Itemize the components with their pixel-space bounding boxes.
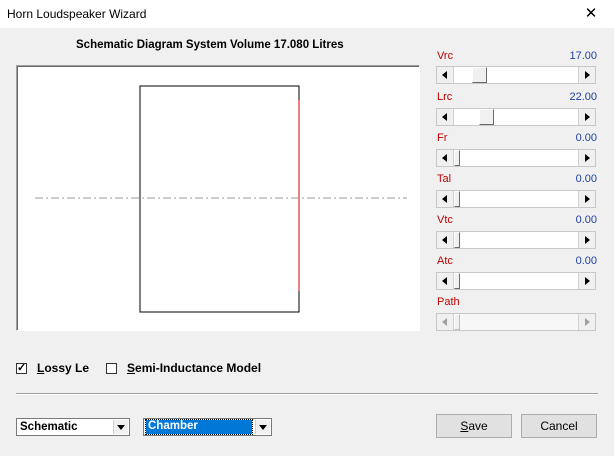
checkbox-box[interactable] xyxy=(106,362,117,374)
scroll-right-arrow-icon[interactable] xyxy=(578,191,595,207)
slider-track[interactable] xyxy=(454,109,578,125)
scroll-left-arrow-icon[interactable] xyxy=(437,109,454,125)
param-value-vtc: 0.00 xyxy=(575,214,597,226)
scroll-right-arrow-icon xyxy=(578,314,595,330)
semi-inductance-label: Semi-Inductance Model xyxy=(127,361,262,375)
slider-path xyxy=(436,313,596,331)
chevron-down-icon[interactable] xyxy=(255,420,270,434)
scroll-left-arrow-icon xyxy=(437,314,454,330)
window-title: Horn Loudspeaker Wizard xyxy=(7,7,147,21)
slider-vrc[interactable] xyxy=(436,66,596,84)
scroll-right-arrow-icon[interactable] xyxy=(578,67,595,83)
param-value-lrc: 22.00 xyxy=(569,91,597,103)
slider-thumb[interactable] xyxy=(454,232,460,248)
chamber-outline xyxy=(139,85,300,313)
cancel-button-label: Cancel xyxy=(540,419,578,433)
scroll-right-arrow-icon[interactable] xyxy=(578,232,595,248)
param-value-tal: 0.00 xyxy=(575,173,597,185)
param-label-atc: Atc xyxy=(437,255,453,267)
slider-atc[interactable] xyxy=(436,272,596,290)
param-value-fr: 0.00 xyxy=(575,132,597,144)
slider-track xyxy=(454,314,578,330)
param-label-fr: Fr xyxy=(437,132,448,144)
slider-thumb[interactable] xyxy=(454,273,460,289)
cancel-button[interactable]: Cancel xyxy=(521,414,597,438)
param-label-lrc: Lrc xyxy=(437,91,453,103)
view-select[interactable]: Schematic xyxy=(16,418,130,436)
param-value-atc: 0.00 xyxy=(575,255,597,267)
lossy-le-label: Lossy Le xyxy=(37,361,90,375)
slider-thumb[interactable] xyxy=(472,67,487,83)
slider-track[interactable] xyxy=(454,191,578,207)
title-bar: Horn Loudspeaker Wizard ✕ xyxy=(0,0,614,28)
schematic-drawing xyxy=(35,85,407,313)
save-button-label: Save xyxy=(460,419,488,433)
check-icon[interactable] xyxy=(16,361,27,374)
scroll-left-arrow-icon[interactable] xyxy=(437,232,454,248)
param-label-path: Path xyxy=(437,296,460,308)
slider-thumb[interactable] xyxy=(479,109,494,125)
slider-tal[interactable] xyxy=(436,190,596,208)
semi-inductance-checkbox[interactable]: Semi-Inductance Model xyxy=(106,361,261,375)
divider xyxy=(16,393,598,395)
slider-track[interactable] xyxy=(454,273,578,289)
scroll-left-arrow-icon[interactable] xyxy=(437,273,454,289)
slider-thumb[interactable] xyxy=(454,150,460,166)
scroll-left-arrow-icon[interactable] xyxy=(437,150,454,166)
scroll-left-arrow-icon[interactable] xyxy=(437,191,454,207)
schematic-diagram xyxy=(16,65,420,331)
diagram-heading: Schematic Diagram System Volume 17.080 L… xyxy=(76,39,344,51)
save-button[interactable]: Save xyxy=(436,414,512,438)
slider-fr[interactable] xyxy=(436,149,596,167)
scroll-right-arrow-icon[interactable] xyxy=(578,150,595,166)
param-value-vrc: 17.00 xyxy=(569,50,597,62)
section-select[interactable]: Chamber xyxy=(143,418,272,436)
scroll-right-arrow-icon[interactable] xyxy=(578,109,595,125)
slider-thumb[interactable] xyxy=(454,191,460,207)
view-select-value: Schematic xyxy=(20,421,78,433)
slider-track[interactable] xyxy=(454,150,578,166)
slider-thumb xyxy=(454,314,460,330)
slider-vtc[interactable] xyxy=(436,231,596,249)
param-label-vtc: Vtc xyxy=(437,214,453,226)
scroll-right-arrow-icon[interactable] xyxy=(578,273,595,289)
scroll-left-arrow-icon[interactable] xyxy=(437,67,454,83)
param-label-tal: Tal xyxy=(437,173,452,185)
chevron-down-icon[interactable] xyxy=(113,420,128,434)
close-icon[interactable]: ✕ xyxy=(568,0,614,28)
slider-lrc[interactable] xyxy=(436,108,596,126)
param-label-vrc: Vrc xyxy=(437,50,454,62)
slider-track[interactable] xyxy=(454,232,578,248)
lossy-le-checkbox[interactable]: Lossy Le xyxy=(16,361,89,375)
section-select-value: Chamber xyxy=(145,419,253,435)
